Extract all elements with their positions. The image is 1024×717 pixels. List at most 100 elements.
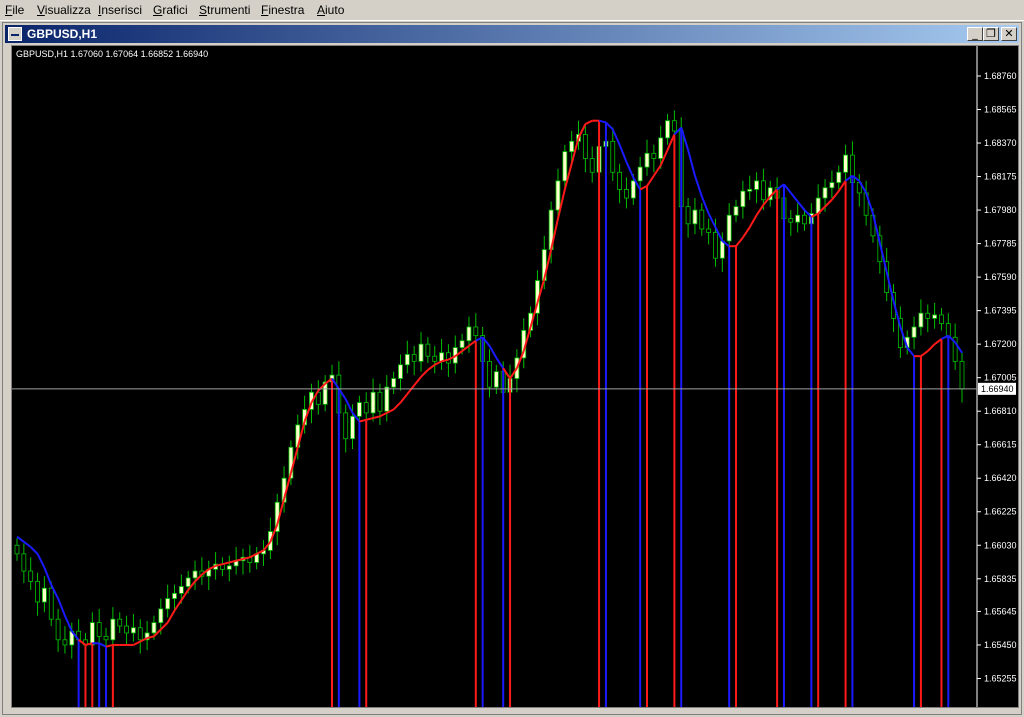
candle-body (665, 120, 670, 139)
trend-line-segment (927, 343, 936, 352)
candle-body (391, 378, 397, 388)
candle-body (158, 608, 164, 624)
candle-body (96, 622, 102, 637)
candle-body (89, 622, 95, 646)
candle-body (761, 180, 766, 201)
candle-body (493, 371, 499, 388)
candle-body (671, 120, 677, 132)
trend-line-segment (64, 615, 73, 632)
candle-body (165, 598, 171, 610)
trend-line-segment (222, 561, 230, 566)
candle-body (226, 565, 232, 570)
close-button[interactable]: ✕ (1001, 27, 1017, 41)
menu-strumenti[interactable]: Strumenti (199, 3, 250, 17)
price-chart-svg: GBPUSD,H1 1.67060 1.67064 1.66852 1.6694… (12, 46, 1017, 707)
candle-body (617, 171, 623, 190)
candle-body (55, 618, 61, 641)
trend-line-segment (776, 183, 785, 191)
trend-line-segment (16, 535, 25, 543)
candle-body (377, 391, 383, 412)
candle-body (788, 218, 794, 223)
price-axis-label: 1.65255 (984, 673, 1017, 683)
menu-grafici[interactable]: Grafici (153, 3, 188, 17)
candle-body (370, 391, 376, 414)
candle-body (630, 180, 636, 199)
candle-body (41, 587, 47, 603)
candle-body (795, 214, 801, 223)
candle-body (110, 618, 116, 641)
candle-body (726, 214, 732, 242)
trend-line-segment (646, 175, 655, 187)
candle-body (185, 577, 191, 587)
price-axis-label: 1.68175 (984, 172, 1017, 182)
trend-line-segment (605, 121, 614, 130)
trend-line-segment (920, 350, 929, 357)
candle-body (124, 625, 129, 634)
price-axis-label: 1.68565 (984, 105, 1017, 115)
menu-bar: File Visualizza Inserisci Grafici Strume… (0, 0, 1024, 21)
trend-line-segment (707, 213, 717, 228)
candle-body (562, 151, 568, 182)
candle-body (569, 140, 575, 153)
trend-line-segment (584, 119, 593, 126)
trend-line-segment (748, 214, 758, 228)
candle-body (356, 402, 362, 417)
candle-body (151, 622, 157, 634)
candle-body (466, 326, 472, 342)
candle-body (589, 158, 595, 173)
restore-button[interactable]: ❐ (983, 27, 999, 41)
trend-line-segment (43, 567, 53, 586)
candle-body (713, 232, 718, 259)
trend-line-segment (420, 369, 429, 378)
trend-line-segment (166, 610, 176, 624)
trend-line-segment (359, 418, 367, 423)
price-axis-label: 1.67005 (984, 373, 1017, 383)
trend-line-segment (783, 183, 792, 194)
trend-line-segment (468, 339, 477, 347)
price-axis-label: 1.67785 (984, 239, 1017, 249)
candle-body (692, 209, 698, 225)
price-axis-label: 1.66030 (984, 540, 1017, 550)
candle-body (706, 228, 712, 233)
menu-file[interactable]: File (5, 3, 24, 17)
trend-line-segment (105, 643, 114, 648)
price-axis-label: 1.68370 (984, 138, 1017, 148)
price-axis-label: 1.67980 (984, 205, 1017, 215)
trend-line-segment (495, 357, 505, 369)
candle-body (473, 326, 479, 336)
candle-body (843, 154, 848, 173)
trend-line-segment (399, 393, 409, 404)
candle-body (925, 312, 931, 319)
candle-body (747, 189, 753, 192)
menu-finestra[interactable]: Finestra (261, 3, 304, 17)
trend-line-segment (735, 236, 744, 247)
candle-body (822, 187, 828, 199)
candle-body (911, 326, 917, 338)
candle-body (740, 190, 746, 208)
menu-aiuto[interactable]: Aiuto (317, 3, 344, 17)
trend-line-segment (693, 175, 703, 197)
candle-body (644, 152, 650, 168)
price-chart[interactable]: GBPUSD,H1 1.67060 1.67064 1.66852 1.6694… (11, 45, 1019, 708)
candle-body (350, 415, 355, 440)
candle-body (432, 355, 438, 362)
chart-window: GBPUSD,H1 _ ❐ ✕ GBPUSD,H1 1.67060 1.6706… (2, 22, 1022, 715)
menu-inserisci[interactable]: Inserisci (98, 3, 142, 17)
candle-body (21, 553, 27, 572)
window-titlebar[interactable]: GBPUSD,H1 _ ❐ ✕ (5, 25, 1019, 43)
trend-line-segment (790, 192, 799, 203)
price-axis-label: 1.65835 (984, 574, 1017, 584)
trend-line-segment (132, 640, 141, 646)
price-axis-label: 1.68760 (984, 71, 1017, 81)
minimize-button[interactable]: _ (967, 27, 983, 41)
trend-line-segment (488, 345, 498, 359)
candle-body (685, 206, 691, 225)
trend-line-segment (598, 119, 607, 124)
price-axis-label: 1.65450 (984, 640, 1017, 650)
candle-body (487, 360, 492, 388)
trend-line-segment (173, 599, 183, 612)
menu-visualizza[interactable]: Visualizza (37, 3, 91, 17)
chart-window-icon (8, 27, 22, 41)
candle-body (754, 180, 759, 190)
candle-body (35, 580, 40, 603)
